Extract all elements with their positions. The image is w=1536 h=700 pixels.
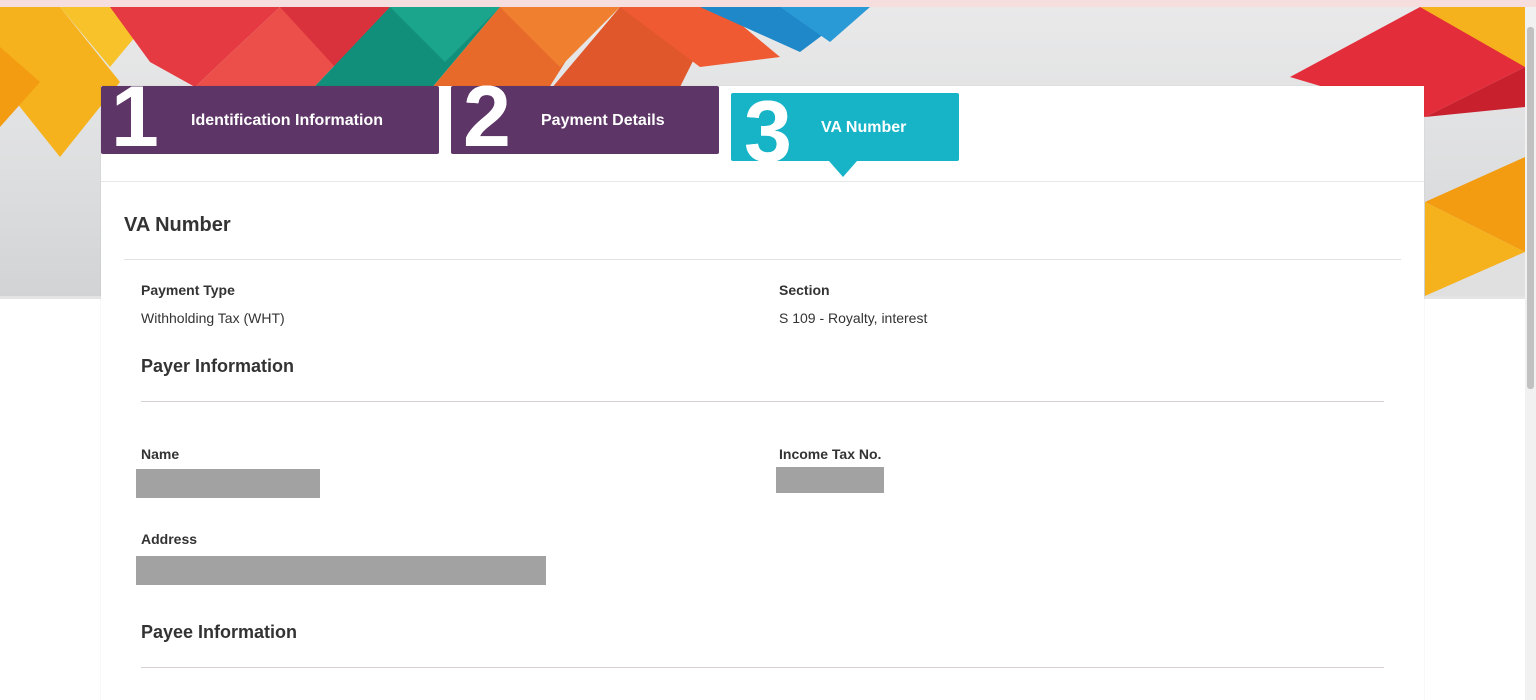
top-strip	[0, 0, 1536, 7]
section-value: S 109 - Royalty, interest	[779, 310, 928, 326]
payment-type-label: Payment Type	[141, 282, 235, 298]
step-label: VA Number	[821, 119, 907, 136]
divider	[124, 259, 1401, 260]
divider	[141, 401, 1384, 402]
income-tax-no-redacted	[776, 467, 884, 493]
step-3-va-number[interactable]: 3 VA Number	[731, 89, 959, 177]
payee-info-heading: Payee Information	[141, 622, 298, 642]
payer-address-redacted	[136, 556, 546, 585]
income-tax-no-label: Income Tax No.	[779, 446, 882, 462]
scrollbar-thumb[interactable]	[1527, 27, 1534, 389]
step-label: Payment Details	[541, 112, 665, 129]
section-label: Section	[779, 282, 830, 298]
form-card: 1 Identification Information 2 Payment D…	[101, 74, 1424, 700]
payer-name-redacted	[136, 469, 320, 498]
step-number: 3	[744, 84, 792, 180]
step-number: 1	[111, 69, 159, 165]
divider	[141, 667, 1384, 668]
payment-type-value: Withholding Tax (WHT)	[141, 310, 285, 326]
page-viewport: 1 Identification Information 2 Payment D…	[0, 0, 1536, 700]
page-title: VA Number	[124, 214, 231, 236]
payer-name-label: Name	[141, 446, 180, 462]
step-2-payment-details[interactable]: 2 Payment Details	[451, 74, 719, 160]
payer-address-label: Address	[141, 531, 198, 547]
step-indicator: 1 Identification Information 2 Payment D…	[101, 74, 1424, 182]
step-1-identification[interactable]: 1 Identification Information	[101, 74, 439, 160]
payer-info-heading: Payer Information	[141, 356, 295, 376]
step-number: 2	[463, 69, 511, 165]
vertical-scrollbar[interactable]	[1525, 7, 1536, 700]
step-label: Identification Information	[191, 112, 383, 129]
active-step-pointer	[829, 161, 857, 177]
